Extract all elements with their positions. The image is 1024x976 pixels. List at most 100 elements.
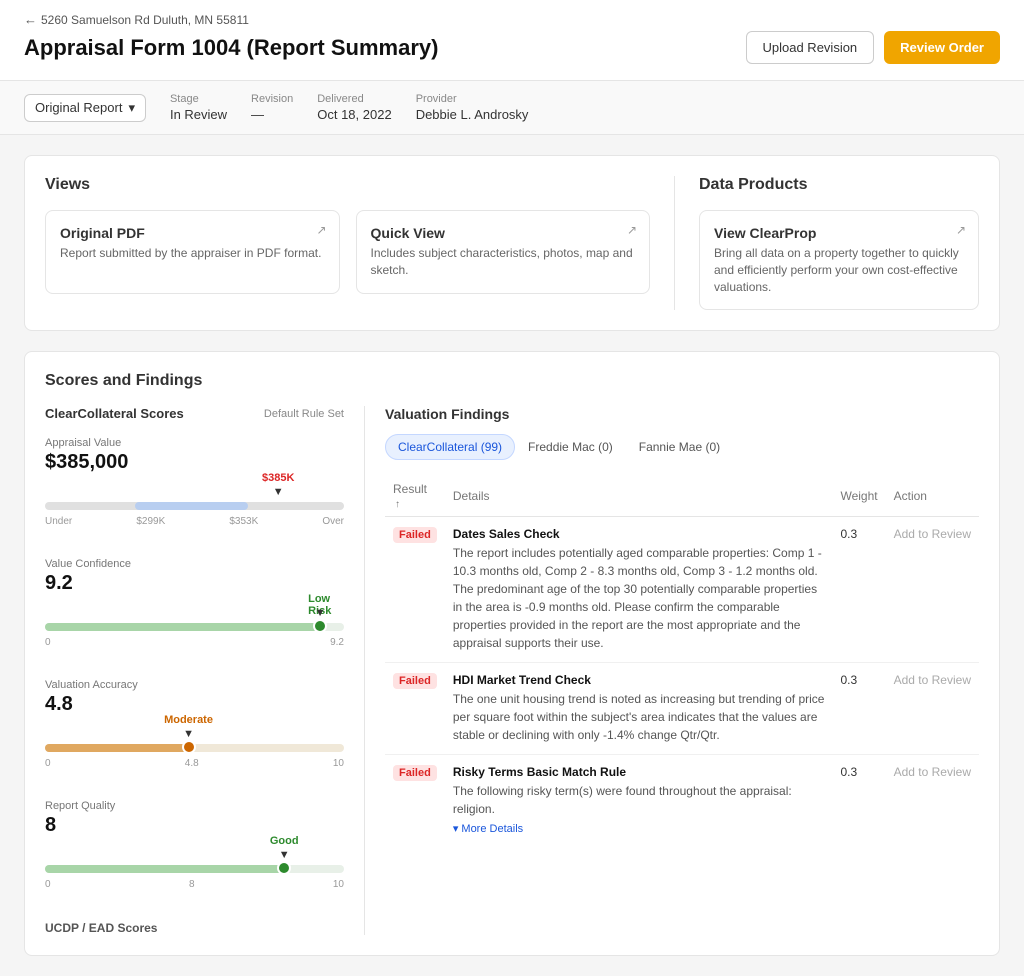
findings-tab-fanniemae[interactable]: Fannie Mae (0) <box>626 434 733 460</box>
row3-action: Add to Review <box>886 755 979 837</box>
data-products-section: Data Products ↗ View ClearProp Bring all… <box>699 176 979 310</box>
sort-icon: ↑ <box>395 499 400 510</box>
findings-table-body: Failed Dates Sales Check The report incl… <box>385 517 979 837</box>
appraisal-tick1: $299K <box>136 516 165 527</box>
ucdp-label: UCDP / EAD Scores <box>45 921 344 935</box>
findings-table-header-row: Result ↑ Details Weight Action <box>385 476 979 517</box>
views-left: Views ↗ Original PDF Report submitted by… <box>45 176 650 310</box>
delivered-label: Delivered <box>317 93 391 105</box>
failed-badge-3: Failed <box>393 765 437 781</box>
accuracy-gauge-bar <box>45 744 344 752</box>
upload-revision-button[interactable]: Upload Revision <box>746 31 875 64</box>
quick-view-card[interactable]: ↗ Quick View Includes subject characteri… <box>356 210 651 294</box>
confidence-gauge: Low Risk ▼ 0 9.2 <box>45 615 344 655</box>
row2-text: The one unit housing trend is noted as i… <box>453 690 825 744</box>
delivered-meta: Delivered Oct 18, 2022 <box>317 93 391 122</box>
row1-add-review[interactable]: Add to Review <box>894 527 971 541</box>
views-title: Views <box>45 176 650 194</box>
row3-detail: Risky Terms Basic Match Rule The followi… <box>445 755 833 837</box>
row2-title: HDI Market Trend Check <box>453 673 825 687</box>
confidence-gauge-bar <box>45 623 344 631</box>
page-title: Appraisal Form 1004 (Report Summary) <box>24 35 438 61</box>
col-details: Details <box>445 476 833 517</box>
accuracy-value: 4.8 <box>45 693 344 716</box>
back-link[interactable]: ← 5260 Samuelson Rd Duluth, MN 55811 <box>24 12 1000 27</box>
appraisal-arrow-icon: ▼ <box>273 486 284 498</box>
accuracy-gauge: Moderate ▼ 0 4.8 10 <box>45 736 344 776</box>
findings-tab-freddiemac[interactable]: Freddie Mac (0) <box>515 434 626 460</box>
dropdown-arrow-icon: ▾ <box>128 100 135 116</box>
quality-risk-label: Good <box>270 835 299 847</box>
confidence-gauge-fill <box>45 623 320 631</box>
appraisal-price-label: $385K <box>262 472 294 484</box>
quality-range-max: 10 <box>333 879 344 890</box>
accuracy-arrow-icon: ▼ <box>183 728 194 740</box>
appraisal-value-score: Appraisal Value $385,000 $385K ▼ Under $… <box>45 437 344 534</box>
scores-header: ClearCollateral Scores Default Rule Set <box>45 406 344 421</box>
meta-bar: Original Report ▾ Stage In Review Revisi… <box>0 81 1024 135</box>
table-row: Failed Dates Sales Check The report incl… <box>385 517 979 663</box>
appraisal-gauge-labels: Under $299K $353K Over <box>45 516 344 527</box>
report-type-dropdown[interactable]: Original Report ▾ <box>24 94 146 122</box>
appraisal-range-max: Over <box>322 516 344 527</box>
clearprop-card[interactable]: ↗ View ClearProp Bring all data on a pro… <box>699 210 979 310</box>
quality-range-min: 0 <box>45 879 51 890</box>
top-actions: Upload Revision Review Order <box>746 31 1001 64</box>
row3-text: The following risky term(s) were found t… <box>453 782 825 818</box>
views-section: Views ↗ Original PDF Report submitted by… <box>24 155 1000 331</box>
quality-gauge-fill <box>45 865 284 873</box>
failed-badge-2: Failed <box>393 673 437 689</box>
row3-more-details[interactable]: ▾ More Details <box>453 822 825 835</box>
row1-action: Add to Review <box>886 517 979 663</box>
appraisal-value-label: Appraisal Value <box>45 437 344 449</box>
row2-result: Failed <box>385 663 445 755</box>
confidence-value: 9.2 <box>45 572 344 595</box>
quality-marker <box>277 861 291 875</box>
quality-label: Report Quality <box>45 800 344 812</box>
quick-view-desc: Includes subject characteristics, photos… <box>371 245 636 279</box>
table-row: Failed HDI Market Trend Check The one un… <box>385 663 979 755</box>
original-pdf-desc: Report submitted by the appraiser in PDF… <box>60 245 325 262</box>
quality-gauge-bar <box>45 865 344 873</box>
row1-text: The report includes potentially aged com… <box>453 544 825 652</box>
findings-tab-clearcollateral[interactable]: ClearCollateral (99) <box>385 434 515 460</box>
findings-scroll-area[interactable]: Result ↑ Details Weight Action <box>385 476 979 836</box>
quick-view-title: Quick View <box>371 225 636 241</box>
appraisal-gauge: $385K ▼ Under $299K $353K Over <box>45 494 344 534</box>
quality-gauge: Good ▼ 0 8 10 <box>45 857 344 897</box>
stage-value: In Review <box>170 107 227 122</box>
back-address: 5260 Samuelson Rd Duluth, MN 55811 <box>41 13 249 27</box>
provider-value: Debbie L. Androsky <box>416 107 529 122</box>
confidence-range-min: 0 <box>45 637 51 648</box>
clearprop-desc: Bring all data on a property together to… <box>714 245 964 295</box>
col-weight: Weight <box>832 476 885 517</box>
original-pdf-card[interactable]: ↗ Original PDF Report submitted by the a… <box>45 210 340 294</box>
scores-section: Scores and Findings ClearCollateral Scor… <box>24 351 1000 956</box>
scores-section-title: Scores and Findings <box>45 372 979 390</box>
confidence-marker <box>313 619 327 633</box>
col-action: Action <box>886 476 979 517</box>
table-row: Failed Risky Terms Basic Match Rule The … <box>385 755 979 837</box>
accuracy-risk-label: Moderate <box>164 714 213 726</box>
review-order-button[interactable]: Review Order <box>884 31 1000 64</box>
appraisal-tick2: $353K <box>229 516 258 527</box>
clearprop-title: View ClearProp <box>714 225 964 241</box>
findings-tabs: ClearCollateral (99) Freddie Mac (0) Fan… <box>385 434 979 460</box>
content-area: Views ↗ Original PDF Report submitted by… <box>0 135 1024 976</box>
quality-value: 8 <box>45 814 344 837</box>
scores-left-panel: ClearCollateral Scores Default Rule Set … <box>45 406 365 935</box>
confidence-label: Value Confidence <box>45 558 344 570</box>
revision-value: — <box>251 107 293 122</box>
appraisal-gauge-bar <box>45 502 344 510</box>
scores-left-title: ClearCollateral Scores <box>45 406 184 421</box>
row2-add-review[interactable]: Add to Review <box>894 673 971 687</box>
accuracy-marker <box>182 740 196 754</box>
row3-add-review[interactable]: Add to Review <box>894 765 971 779</box>
stage-meta: Stage In Review <box>170 93 227 122</box>
accuracy-label: Valuation Accuracy <box>45 679 344 691</box>
row3-weight: 0.3 <box>832 755 885 837</box>
row2-action: Add to Review <box>886 663 979 755</box>
accuracy-gauge-labels: 0 4.8 10 <box>45 758 344 769</box>
findings-table: Result ↑ Details Weight Action <box>385 476 979 836</box>
value-confidence-score: Value Confidence 9.2 Low Risk ▼ 0 9.2 <box>45 558 344 655</box>
